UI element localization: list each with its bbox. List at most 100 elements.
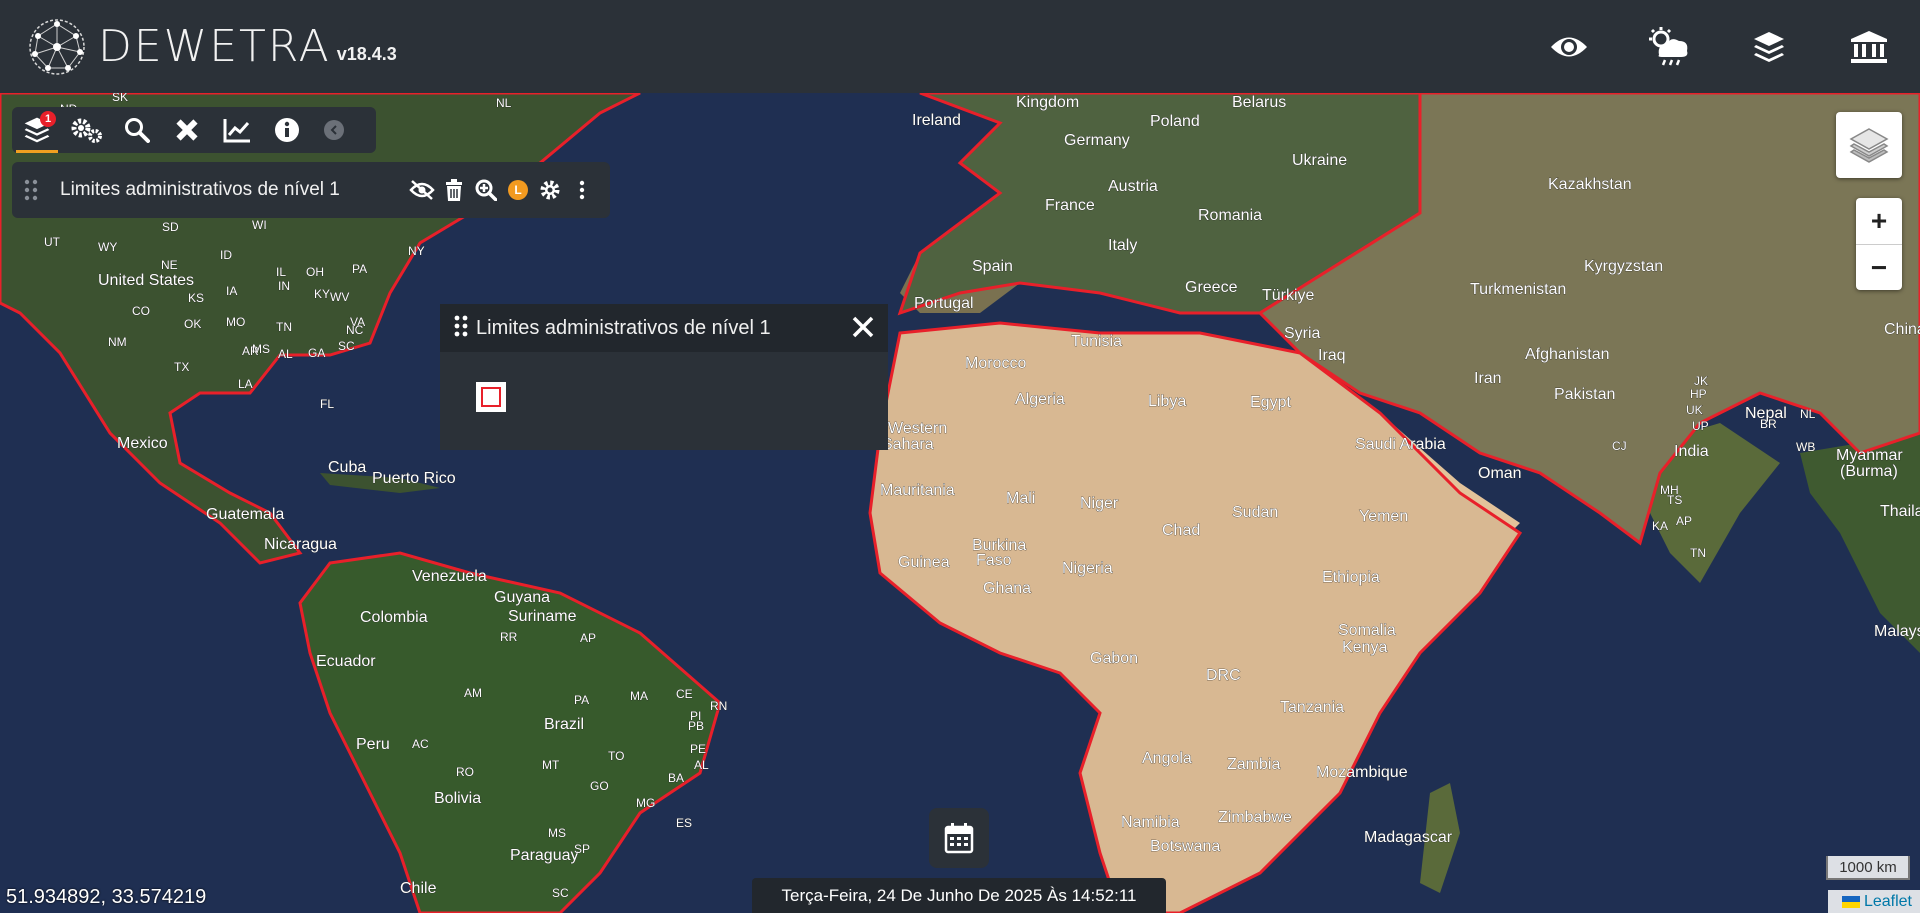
weather-icon[interactable] — [1644, 22, 1694, 72]
map-label: Guyana — [494, 589, 550, 606]
map-label: France — [1045, 197, 1095, 214]
basemap-layers-control[interactable] — [1836, 112, 1902, 178]
map-label: AC — [412, 737, 429, 751]
map-label: CO — [132, 304, 150, 318]
layer-menu-button[interactable] — [566, 174, 598, 206]
calendar-icon — [944, 823, 974, 854]
map-label: Niger — [1080, 495, 1119, 512]
map-label: TO — [608, 749, 624, 763]
layers-icon[interactable] — [1744, 22, 1794, 72]
map-label: Madagascar — [1364, 829, 1453, 846]
app-header: DEWETRA v18.4.3 — [0, 0, 1920, 93]
map-label: MG — [636, 796, 655, 810]
map-label: IN — [278, 279, 290, 293]
search-tool-button[interactable] — [112, 107, 162, 153]
map-label: Zambia — [1227, 756, 1280, 773]
map-label: IL — [276, 265, 286, 279]
collapse-toolbar-button[interactable] — [324, 120, 344, 140]
map-label: WI — [252, 218, 267, 232]
map-label: OH — [306, 265, 324, 279]
drag-handle-icon[interactable] — [24, 179, 42, 201]
map-label: Chile — [400, 880, 437, 897]
map-label: OK — [184, 317, 201, 331]
map-label: Zimbabwe — [1218, 809, 1292, 826]
map-label: Botswana — [1150, 838, 1220, 855]
map-label: Peru — [356, 736, 390, 753]
current-datetime[interactable]: Terça-Feira, 24 De Junho De 2025 Às 14:5… — [752, 878, 1166, 913]
gear-icon — [540, 180, 560, 200]
close-popup-button[interactable] — [848, 312, 878, 342]
chart-tool-button[interactable] — [212, 107, 262, 153]
map-label: India — [1674, 443, 1709, 460]
settings-icon — [71, 118, 102, 143]
chart-line-icon — [223, 119, 250, 143]
map-label: Cuba — [328, 459, 366, 476]
zoom-out-button[interactable]: − — [1856, 245, 1902, 291]
hide-layer-button[interactable] — [406, 174, 438, 206]
map-label: KA — [1652, 519, 1668, 533]
calendar-button[interactable] — [929, 808, 989, 868]
map-label: Somalia — [1338, 622, 1396, 639]
ukraine-flag-icon — [1841, 895, 1860, 908]
map-label: Italy — [1108, 237, 1137, 254]
eye-icon[interactable] — [1544, 22, 1594, 72]
layers-tool-button[interactable]: 1 — [12, 107, 62, 153]
map-label: Ireland — [912, 112, 961, 129]
map-label: LA — [238, 377, 253, 391]
tools-tool-button[interactable] — [162, 107, 212, 153]
map-label: Myanmar — [1836, 447, 1903, 464]
layer-settings-button[interactable] — [534, 174, 566, 206]
map-label: Saudi Arabia — [1355, 436, 1446, 453]
popup-header[interactable]: Limites administrativos de nível 1 — [440, 304, 888, 352]
map-label: Nigeria — [1062, 560, 1113, 577]
map-label: MO — [226, 315, 245, 329]
zoom-in-button[interactable]: + — [1856, 198, 1902, 245]
map-label: WV — [330, 290, 349, 304]
close-icon — [852, 316, 874, 338]
legend-button[interactable]: L — [502, 174, 534, 206]
app-title: DEWETRA — [98, 21, 331, 72]
map-label: Namibia — [1121, 814, 1180, 831]
institution-icon[interactable] — [1844, 22, 1894, 72]
map-label: Afghanistan — [1525, 346, 1610, 363]
map-label: Portugal — [914, 295, 974, 312]
map-label: MS — [252, 342, 270, 356]
map-label: HP — [1690, 387, 1707, 401]
map-label: SC — [338, 339, 355, 353]
map-label: RN — [710, 699, 727, 713]
scale-bar: 1000 km — [1826, 856, 1910, 880]
map-label: Turkmenistan — [1470, 281, 1566, 298]
vertical-ellipsis-icon — [579, 180, 585, 200]
map-label: Brazil — [544, 716, 584, 733]
map-label: NE — [161, 258, 178, 272]
info-icon — [275, 118, 299, 142]
eye-slash-icon — [409, 180, 435, 200]
layer-item[interactable]: Limites administrativos de nível 1 L — [12, 162, 610, 218]
map-label: Poland — [1150, 113, 1200, 130]
zoom-to-layer-button[interactable] — [470, 174, 502, 206]
map-label: GO — [590, 779, 609, 793]
settings-tool-button[interactable] — [62, 107, 112, 153]
map-label: Pakistan — [1554, 386, 1615, 403]
attribution-link[interactable]: Leaflet — [1864, 893, 1912, 911]
map-label: Kazakhstan — [1548, 176, 1632, 193]
map-label: Libya — [1148, 393, 1186, 410]
map-label: Mexico — [117, 435, 168, 452]
popup-title: Limites administrativos de nível 1 — [476, 316, 771, 339]
map-label: AL — [278, 347, 293, 361]
map-label: RR — [500, 630, 518, 644]
info-tool-button[interactable] — [262, 107, 312, 153]
map-label: TN — [276, 320, 292, 334]
map-label: KS — [188, 291, 204, 305]
map-label: CJ — [1612, 439, 1627, 453]
map-label: Kenya — [1342, 639, 1387, 656]
map-label: Kyrgyzstan — [1584, 258, 1663, 275]
legend-badge: L — [508, 180, 528, 200]
leaflet-attribution[interactable]: Leaflet — [1828, 890, 1920, 913]
map-label: Austria — [1108, 178, 1158, 195]
map-label: Mauritania — [880, 482, 955, 499]
drag-handle-icon[interactable] — [454, 315, 468, 342]
delete-layer-button[interactable] — [438, 174, 470, 206]
map-label: Kingdom — [1016, 94, 1079, 111]
map-label: Guatemala — [206, 506, 284, 523]
